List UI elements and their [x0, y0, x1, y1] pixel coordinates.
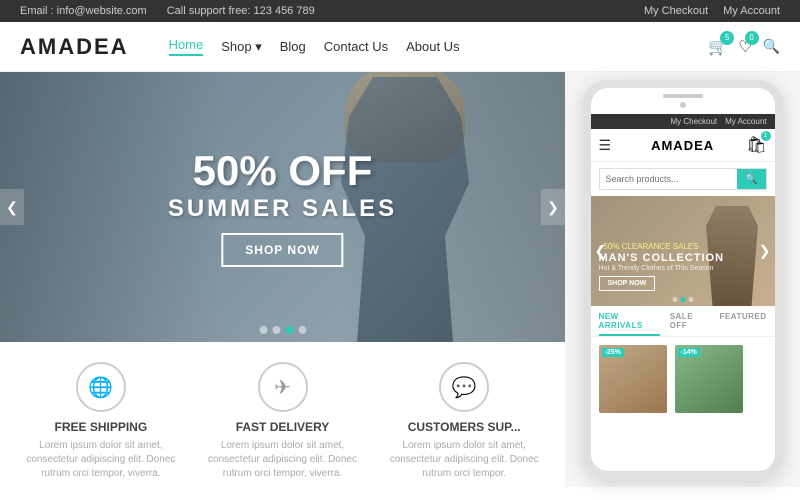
account-link[interactable]: My Account [723, 5, 780, 17]
header: AMADEA Home Shop ▾ Blog Contact Us About… [0, 22, 800, 72]
hero-slider: 50% OFF SUMMER SALES SHOP NOW ❮ ❯ [0, 72, 565, 342]
phone-content: My Checkout My Account ☰ AMADEA 🛍 1 🔍 [591, 114, 775, 477]
phone-products-row: -25% -14% [591, 337, 775, 421]
phone-search-bar: 🔍 [599, 168, 767, 190]
delivery-title: FAST DELIVERY [197, 420, 369, 434]
shipping-icon: 🌐 [76, 362, 126, 412]
support-text: Lorem ipsum dolor sit amet, consectetur … [378, 439, 550, 481]
phone-hero-title: MAN'S COLLECTION [599, 251, 725, 265]
hero-next-button[interactable]: ❯ [541, 189, 565, 225]
main-area: 50% OFF SUMMER SALES SHOP NOW ❮ ❯ 🌐 FREE… [0, 72, 800, 487]
hero-dot-1[interactable] [259, 326, 267, 334]
phone-tab-sale-off[interactable]: SALE OFF [670, 312, 710, 336]
shipping-title: FREE SHIPPING [15, 420, 187, 434]
checkout-link[interactable]: My Checkout [644, 5, 708, 17]
phone-hero-next[interactable]: ❯ [757, 241, 773, 262]
phone-hero-sale: - 50% CLEARANCE SALES [599, 242, 725, 251]
phone-hero-dots [672, 297, 693, 302]
support-title: CUSTOMERS SUP... [378, 420, 550, 434]
nav-about[interactable]: About Us [406, 39, 459, 54]
phone-product-2-badge: -14% [678, 348, 700, 357]
phone-logo: AMADEA [619, 138, 746, 153]
phone-tab-new-arrivals[interactable]: NEW ARRIVALS [599, 312, 660, 336]
phone-hero-prev[interactable]: ❮ [593, 241, 609, 262]
feature-shipping: 🌐 FREE SHIPPING Lorem ipsum dolor sit am… [10, 362, 192, 481]
phone-dot-2[interactable] [680, 297, 685, 302]
hero-dot-2[interactable] [272, 326, 280, 334]
feature-support: 💬 CUSTOMERS SUP... Lorem ipsum dolor sit… [373, 362, 555, 481]
top-bar: Email : info@website.com Call support fr… [0, 0, 800, 22]
cart-icon-1[interactable]: 🛒 5 [708, 37, 728, 57]
phone-label: Call support free: 123 456 789 [167, 5, 315, 17]
phone-header: ☰ AMADEA 🛍 1 [591, 129, 775, 162]
cart-icon-2[interactable]: ♡ 0 [738, 37, 752, 57]
phone-dot-3[interactable] [688, 297, 693, 302]
phone-checkout-label: My Checkout [670, 117, 717, 126]
phone-account-label: My Account [725, 117, 766, 126]
phone-hero-subtitle: Hot & Trendy Clothes of This Season [599, 265, 725, 272]
features-section: 🌐 FREE SHIPPING Lorem ipsum dolor sit am… [0, 342, 565, 487]
phone-topbar: My Checkout My Account [591, 114, 775, 129]
phone-search-button[interactable]: 🔍 [737, 169, 765, 189]
phone-dot-1[interactable] [672, 297, 677, 302]
phone-hero-shop-now[interactable]: SHOP NOW [599, 276, 656, 291]
phone-tab-featured[interactable]: FEATURED [720, 312, 767, 336]
phone-cart-icon[interactable]: 🛍 1 [746, 135, 766, 155]
hero-text: 50% OFF SUMMER SALES SHOP NOW [168, 147, 397, 267]
phone-cart-badge: 1 [761, 131, 771, 141]
cart-badge-2: 0 [745, 31, 759, 45]
phone-camera [680, 102, 686, 108]
top-bar-right: My Checkout My Account [644, 5, 780, 17]
main-nav: Home Shop ▾ Blog Contact Us About Us [169, 37, 709, 56]
nav-home[interactable]: Home [169, 37, 204, 56]
feature-delivery: ✈ FAST DELIVERY Lorem ipsum dolor sit am… [192, 362, 374, 481]
top-bar-left: Email : info@website.com Call support fr… [20, 5, 315, 17]
mobile-preview: My Checkout My Account ☰ AMADEA 🛍 1 🔍 [565, 72, 800, 487]
phone-speaker [663, 94, 703, 98]
phone-frame: My Checkout My Account ☰ AMADEA 🛍 1 🔍 [583, 80, 783, 479]
logo: AMADEA [20, 34, 129, 60]
delivery-icon: ✈ [258, 362, 308, 412]
hero-dot-3[interactable] [285, 326, 293, 334]
support-icon: 💬 [439, 362, 489, 412]
phone-product-2[interactable]: -14% [675, 345, 743, 413]
hero-percent: 50% OFF [168, 147, 397, 195]
hero-sale-text: SUMMER SALES [168, 195, 397, 223]
phone-product-1[interactable]: -25% [599, 345, 667, 413]
phone-hero-text: - 50% CLEARANCE SALES MAN'S COLLECTION H… [599, 242, 725, 291]
phone-product-1-badge: -25% [602, 348, 624, 357]
phone-product-tabs: NEW ARRIVALS SALE OFF FEATURED [591, 306, 775, 337]
phone-search-input[interactable] [600, 169, 738, 189]
email-label: Email : info@website.com [20, 5, 147, 17]
delivery-text: Lorem ipsum dolor sit amet, consectetur … [197, 439, 369, 481]
hero-prev-button[interactable]: ❮ [0, 189, 24, 225]
hero-dots [259, 326, 306, 334]
phone-menu-icon[interactable]: ☰ [599, 137, 612, 154]
phone-hero: - 50% CLEARANCE SALES MAN'S COLLECTION H… [591, 196, 775, 306]
hero-shop-now-button[interactable]: SHOP NOW [221, 233, 343, 267]
nav-shop[interactable]: Shop ▾ [221, 39, 262, 55]
nav-contact[interactable]: Contact Us [324, 39, 388, 54]
desktop-section: 50% OFF SUMMER SALES SHOP NOW ❮ ❯ 🌐 FREE… [0, 72, 565, 487]
search-icon[interactable]: 🔍 [763, 38, 780, 55]
nav-icons: 🛒 5 ♡ 0 🔍 [708, 37, 780, 57]
hero-dot-4[interactable] [298, 326, 306, 334]
shipping-text: Lorem ipsum dolor sit amet, consectetur … [15, 439, 187, 481]
nav-blog[interactable]: Blog [280, 39, 306, 54]
cart-badge-1: 5 [720, 31, 734, 45]
